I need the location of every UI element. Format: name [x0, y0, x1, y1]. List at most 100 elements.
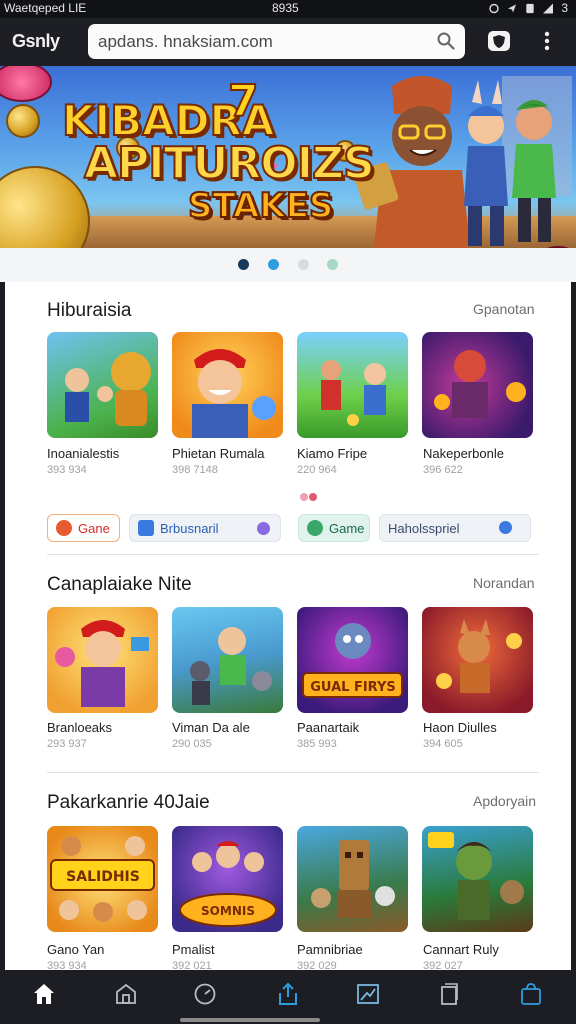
- game-title[interactable]: Kiamo Fripe: [297, 446, 367, 461]
- section-title: Hiburaisia: [47, 300, 132, 321]
- chip-label: Haholsspriel: [388, 520, 460, 536]
- game-meta: 396 622: [423, 464, 463, 476]
- game-art: [192, 349, 276, 438]
- status-icons: 3: [489, 1, 568, 15]
- compass-icon[interactable]: [193, 982, 217, 1006]
- game-title[interactable]: Pamnibriae: [297, 942, 363, 957]
- filter-chip[interactable]: Brbusnaril: [129, 514, 281, 542]
- controller-icon: [307, 520, 323, 536]
- url-text[interactable]: apdans. hnaksiam.com: [98, 32, 273, 52]
- banner-headline-3: STAKES: [187, 185, 334, 227]
- section-see-all-link[interactable]: Gpanotan: [473, 301, 535, 317]
- location-icon: [508, 4, 517, 12]
- status-bar: Waetqeped LIE 8935 3: [0, 0, 576, 18]
- game-art: [55, 620, 149, 707]
- tabs-icon[interactable]: [437, 982, 461, 1006]
- game-art: SOMNIS: [179, 841, 277, 927]
- game-meta: 393 934: [47, 464, 87, 476]
- game-art: [321, 360, 386, 426]
- game-art: GUAL FIRYS: [302, 623, 403, 698]
- game-tile[interactable]: [422, 332, 533, 438]
- browser-brand[interactable]: Gsnly: [12, 31, 60, 52]
- game-tile[interactable]: [422, 826, 533, 932]
- home-icon[interactable]: [32, 982, 56, 1006]
- section-divider: [47, 772, 539, 773]
- game-title[interactable]: Cannart Ruly: [423, 942, 499, 957]
- promo-banner[interactable]: KIBADRA 7 APITUROIZS STAKES: [0, 66, 576, 248]
- game-title[interactable]: Inoanialestis: [47, 446, 119, 461]
- bottom-navigation: [0, 970, 576, 1024]
- game-title[interactable]: Phietan Rumala: [172, 446, 265, 461]
- game-art: [436, 619, 522, 693]
- store-icon[interactable]: [114, 982, 138, 1006]
- game-title[interactable]: Haon Diulles: [423, 720, 497, 735]
- game-tile[interactable]: GUAL FIRYS: [297, 607, 408, 713]
- address-bar[interactable]: apdans. hnaksiam.com: [88, 24, 465, 59]
- chip-label: Gane: [78, 520, 110, 536]
- carousel-dot[interactable]: [327, 259, 338, 270]
- game-meta: 290 035: [172, 738, 212, 750]
- game-meta: 394 605: [423, 738, 463, 750]
- section-title: Pakarkanrie 40Jaie: [47, 792, 210, 813]
- carousel-indicator: [0, 248, 576, 282]
- carousel-dot[interactable]: [298, 259, 309, 270]
- game-title[interactable]: Viman Da ale: [172, 720, 250, 735]
- coin-decoration: [0, 66, 52, 102]
- hero-character-illustration: [353, 76, 572, 248]
- tile-art-label: SALIDHIS: [66, 869, 140, 885]
- game-tile[interactable]: [172, 332, 283, 438]
- game-title[interactable]: Pmalist: [172, 942, 215, 957]
- home-indicator[interactable]: [180, 1018, 320, 1022]
- game-tile[interactable]: [47, 607, 158, 713]
- game-icon: [56, 520, 72, 536]
- alarm-icon: [489, 3, 500, 13]
- banner-headline-number: 7: [227, 75, 260, 128]
- game-title[interactable]: Branloeaks: [47, 720, 112, 735]
- game-art: [311, 840, 395, 918]
- game-tile[interactable]: [297, 826, 408, 932]
- clock-label: 8935: [272, 1, 299, 15]
- game-tile[interactable]: [297, 332, 408, 438]
- carrier-label: Waetqeped LIE: [4, 1, 87, 15]
- game-art: [65, 352, 151, 426]
- battery-label: 3: [561, 1, 568, 15]
- info-icon: [499, 521, 512, 534]
- section-see-all-link[interactable]: Norandan: [473, 575, 535, 591]
- game-tile[interactable]: SOMNIS: [172, 826, 283, 932]
- tile-art-label: SOMNIS: [201, 904, 255, 918]
- game-tile[interactable]: [172, 607, 283, 713]
- shield-icon[interactable]: [487, 30, 511, 52]
- game-meta: 220 964: [297, 464, 337, 476]
- section-divider: [47, 554, 539, 555]
- tile-art-label: GUAL FIRYS: [310, 680, 396, 695]
- search-icon[interactable]: [437, 32, 455, 50]
- section-see-all-link[interactable]: Apdoryain: [473, 793, 536, 809]
- carousel-dot[interactable]: [238, 259, 249, 270]
- game-art: SALIDHIS: [50, 836, 155, 922]
- share-icon[interactable]: [276, 982, 300, 1006]
- coin-decoration: [0, 166, 90, 248]
- map-icon[interactable]: [356, 982, 380, 1006]
- chip-trailing-icon: [257, 522, 270, 535]
- sim-icon: [526, 3, 534, 13]
- game-tile[interactable]: SALIDHIS: [47, 826, 158, 932]
- game-title[interactable]: Gano Yan: [47, 942, 104, 957]
- game-art: [434, 350, 526, 418]
- calendar-icon: [138, 520, 154, 536]
- bag-icon[interactable]: [519, 982, 543, 1006]
- game-tile[interactable]: [422, 607, 533, 713]
- game-title[interactable]: Nakeperbonle: [423, 446, 504, 461]
- more-menu-icon[interactable]: [538, 30, 556, 52]
- game-title[interactable]: Paanartaik: [297, 720, 359, 735]
- filter-chip[interactable]: Game: [298, 514, 370, 542]
- carousel-dot[interactable]: [268, 259, 279, 270]
- game-art: [428, 832, 524, 920]
- heart-decoration-icon: [300, 493, 317, 501]
- filter-chip[interactable]: Haholsspriel: [379, 514, 531, 542]
- filter-chip[interactable]: Gane: [47, 514, 120, 542]
- signal-icon: [543, 3, 554, 13]
- chip-label: Brbusnaril: [160, 520, 219, 536]
- content-feed: Hiburaisia Gpanotan Inoanialestis 393 93…: [5, 282, 571, 972]
- game-tile[interactable]: [47, 332, 158, 438]
- browser-toolbar: Gsnly apdans. hnaksiam.com: [0, 18, 576, 66]
